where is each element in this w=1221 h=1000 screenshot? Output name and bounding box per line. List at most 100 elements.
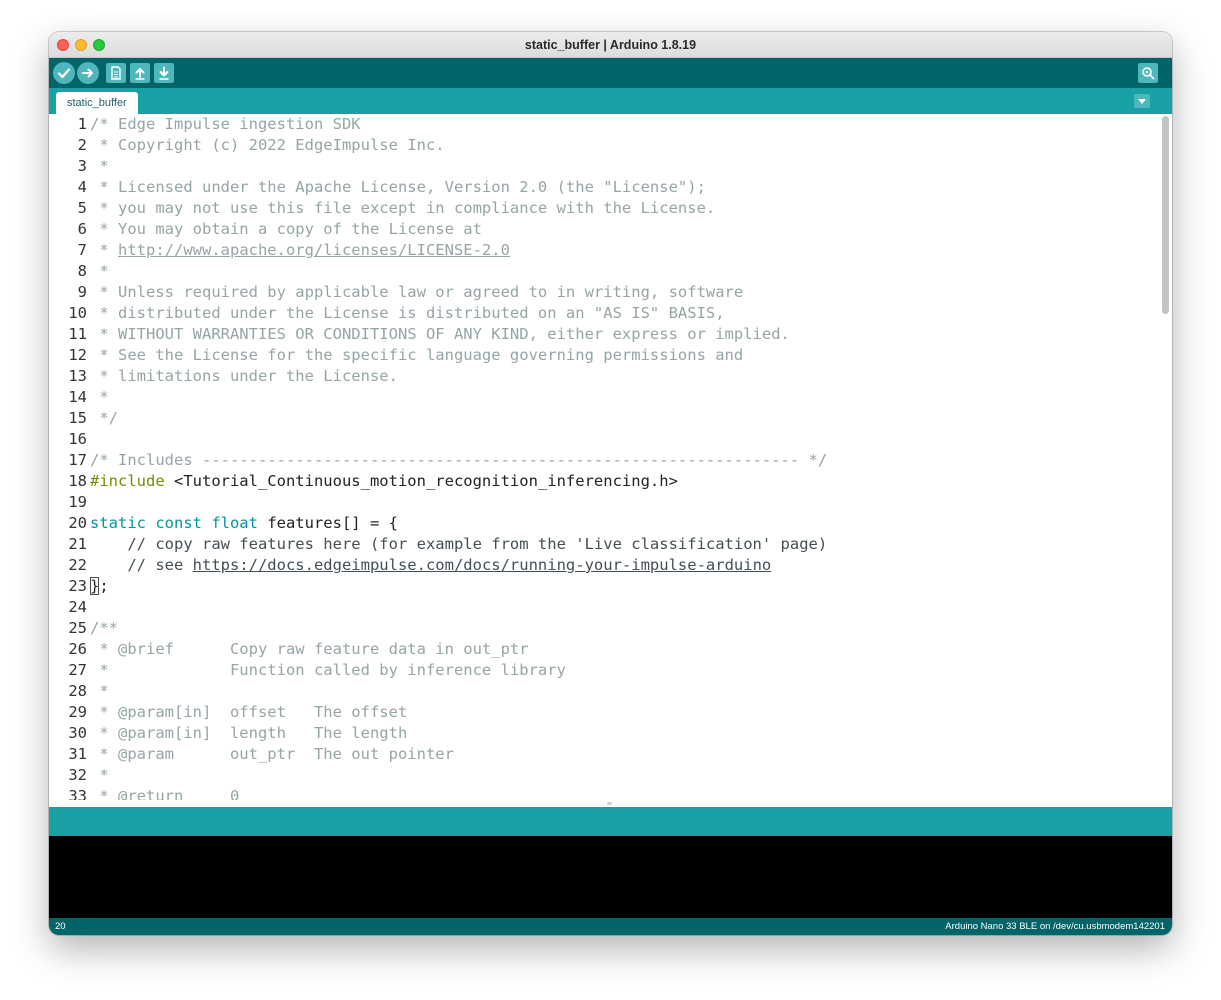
code-line: * [90,388,109,406]
line-number: 9 [77,283,87,301]
code-line: * @param[in] offset The offset [90,703,408,721]
line-number: 31 [68,745,87,763]
code-line: // see https://docs.edgeimpulse.com/docs… [90,555,771,576]
vertical-scrollbar[interactable] [1162,116,1169,314]
chevron-down-icon [1138,98,1146,104]
docs-link[interactable]: https://docs.edgeimpulse.com/docs/runnin… [193,556,772,574]
line-number: 11 [68,325,87,343]
message-bar [49,807,1172,836]
line-number: 5 [77,199,87,217]
console-output[interactable] [49,836,1172,918]
line-number: 8 [77,262,87,280]
tab-static-buffer[interactable]: static_buffer [56,92,138,114]
cursor-line-number: 20 [55,921,66,932]
code-line: * you may not use this file except in co… [90,199,716,217]
comment-text: // see [90,556,193,574]
board-port-info: Arduino Nano 33 BLE on /dev/cu.usbmodem1… [945,921,1165,932]
arduino-ide-window: static_buffer | Arduino 1.8.19 static_bu… [49,32,1172,935]
code-line: }; [90,576,109,597]
code-text: features[] = { [257,514,398,532]
code-editor[interactable]: 1 2 3 4 5 6 7 8 9 10 11 12 13 14 15 16 1… [49,114,1172,800]
save-sketch-button[interactable] [154,63,174,83]
code-line: /* Includes ----------------------------… [90,451,828,469]
matched-bracket: } [90,577,100,595]
line-number: 28 [68,682,87,700]
license-link[interactable]: http://www.apache.org/licenses/LICENSE-2… [118,241,510,259]
new-sketch-button[interactable] [106,63,126,83]
code-line: * Function called by inference library [90,661,566,679]
code-line: * @param out_ptr The out pointer [90,745,454,763]
status-footer: 20 Arduino Nano 33 BLE on /dev/cu.usbmod… [49,918,1172,935]
arrow-down-icon [159,66,169,80]
line-number: 27 [68,661,87,679]
serial-monitor-button[interactable] [1138,63,1158,83]
tab-menu-button[interactable] [1134,94,1150,108]
code-line: * @return 0 [90,787,240,800]
include-header: <Tutorial_Continuous_motion_recognition_… [164,472,678,490]
line-number: 3 [77,157,87,175]
line-number: 25 [68,619,87,637]
code-line: */ [90,409,118,427]
code-line: /** [90,619,118,637]
code-line: * [90,157,109,175]
line-number: 13 [68,367,87,385]
line-number: 30 [68,724,87,742]
comment-text: * [90,241,118,259]
line-number: 22 [68,556,87,574]
code-text-area[interactable]: /* Edge Impulse ingestion SDK * Copyrigh… [90,114,1160,800]
code-line: * You may obtain a copy of the License a… [90,220,482,238]
code-line: * http://www.apache.org/licenses/LICENSE… [90,240,510,261]
code-line: * [90,682,109,700]
arrow-up-icon [135,68,145,80]
window-title: static_buffer | Arduino 1.8.19 [524,38,697,52]
upload-button[interactable] [77,62,99,84]
code-line: * Unless required by applicable law or a… [90,283,744,301]
line-number: 7 [77,241,87,259]
line-number: 2 [77,136,87,154]
line-number: 21 [68,535,87,553]
preprocessor-directive: #include [90,472,165,490]
code-line: * Licensed under the Apache License, Ver… [90,178,706,196]
code-text: ; [99,577,109,595]
pane-resize-handle[interactable] [607,802,612,805]
code-line: * WITHOUT WARRANTIES OR CONDITIONS OF AN… [90,325,790,343]
code-line: * See the License for the specific langu… [90,346,744,364]
line-number: 4 [77,178,87,196]
code-line: * limitations under the License. [90,367,398,385]
tab-bar: static_buffer [49,88,1172,114]
code-line: static const float features[] = { [90,513,398,534]
code-line: /* Edge Impulse ingestion SDK [90,115,361,133]
line-number: 18 [68,472,87,490]
line-number: 20 [68,514,87,532]
line-number: 32 [68,766,87,784]
open-sketch-button[interactable] [130,63,150,83]
line-number: 6 [77,220,87,238]
code-line: * @brief Copy raw feature data in out_pt… [90,640,529,658]
title-bar: static_buffer | Arduino 1.8.19 [49,32,1172,58]
line-number: 1 [77,115,87,133]
verify-button[interactable] [53,62,75,84]
code-line: * Copyright (c) 2022 EdgeImpulse Inc. [90,136,445,154]
line-number: 24 [68,598,87,616]
line-number-gutter: 1 2 3 4 5 6 7 8 9 10 11 12 13 14 15 16 1… [49,114,89,800]
line-number: 33 [68,787,87,800]
line-number: 15 [68,409,87,427]
code-line: * [90,766,109,784]
code-line: // copy raw features here (for example f… [90,535,828,553]
line-number: 19 [68,493,87,511]
line-number: 16 [68,430,87,448]
line-number: 23 [68,577,87,595]
magnifier-icon [1142,67,1155,80]
code-line: * @param[in] length The length [90,724,408,742]
arrow-right-icon [82,68,93,78]
line-number: 29 [68,703,87,721]
line-number: 26 [68,640,87,658]
line-number: 12 [68,346,87,364]
code-line: #include <Tutorial_Continuous_motion_rec… [90,471,678,492]
toolbar [49,58,1172,88]
line-number: 10 [68,304,87,322]
checkmark-icon [57,68,71,79]
line-number: 14 [68,388,87,406]
keyword-text: static const float [90,514,258,532]
code-line: * distributed under the License is distr… [90,304,725,322]
